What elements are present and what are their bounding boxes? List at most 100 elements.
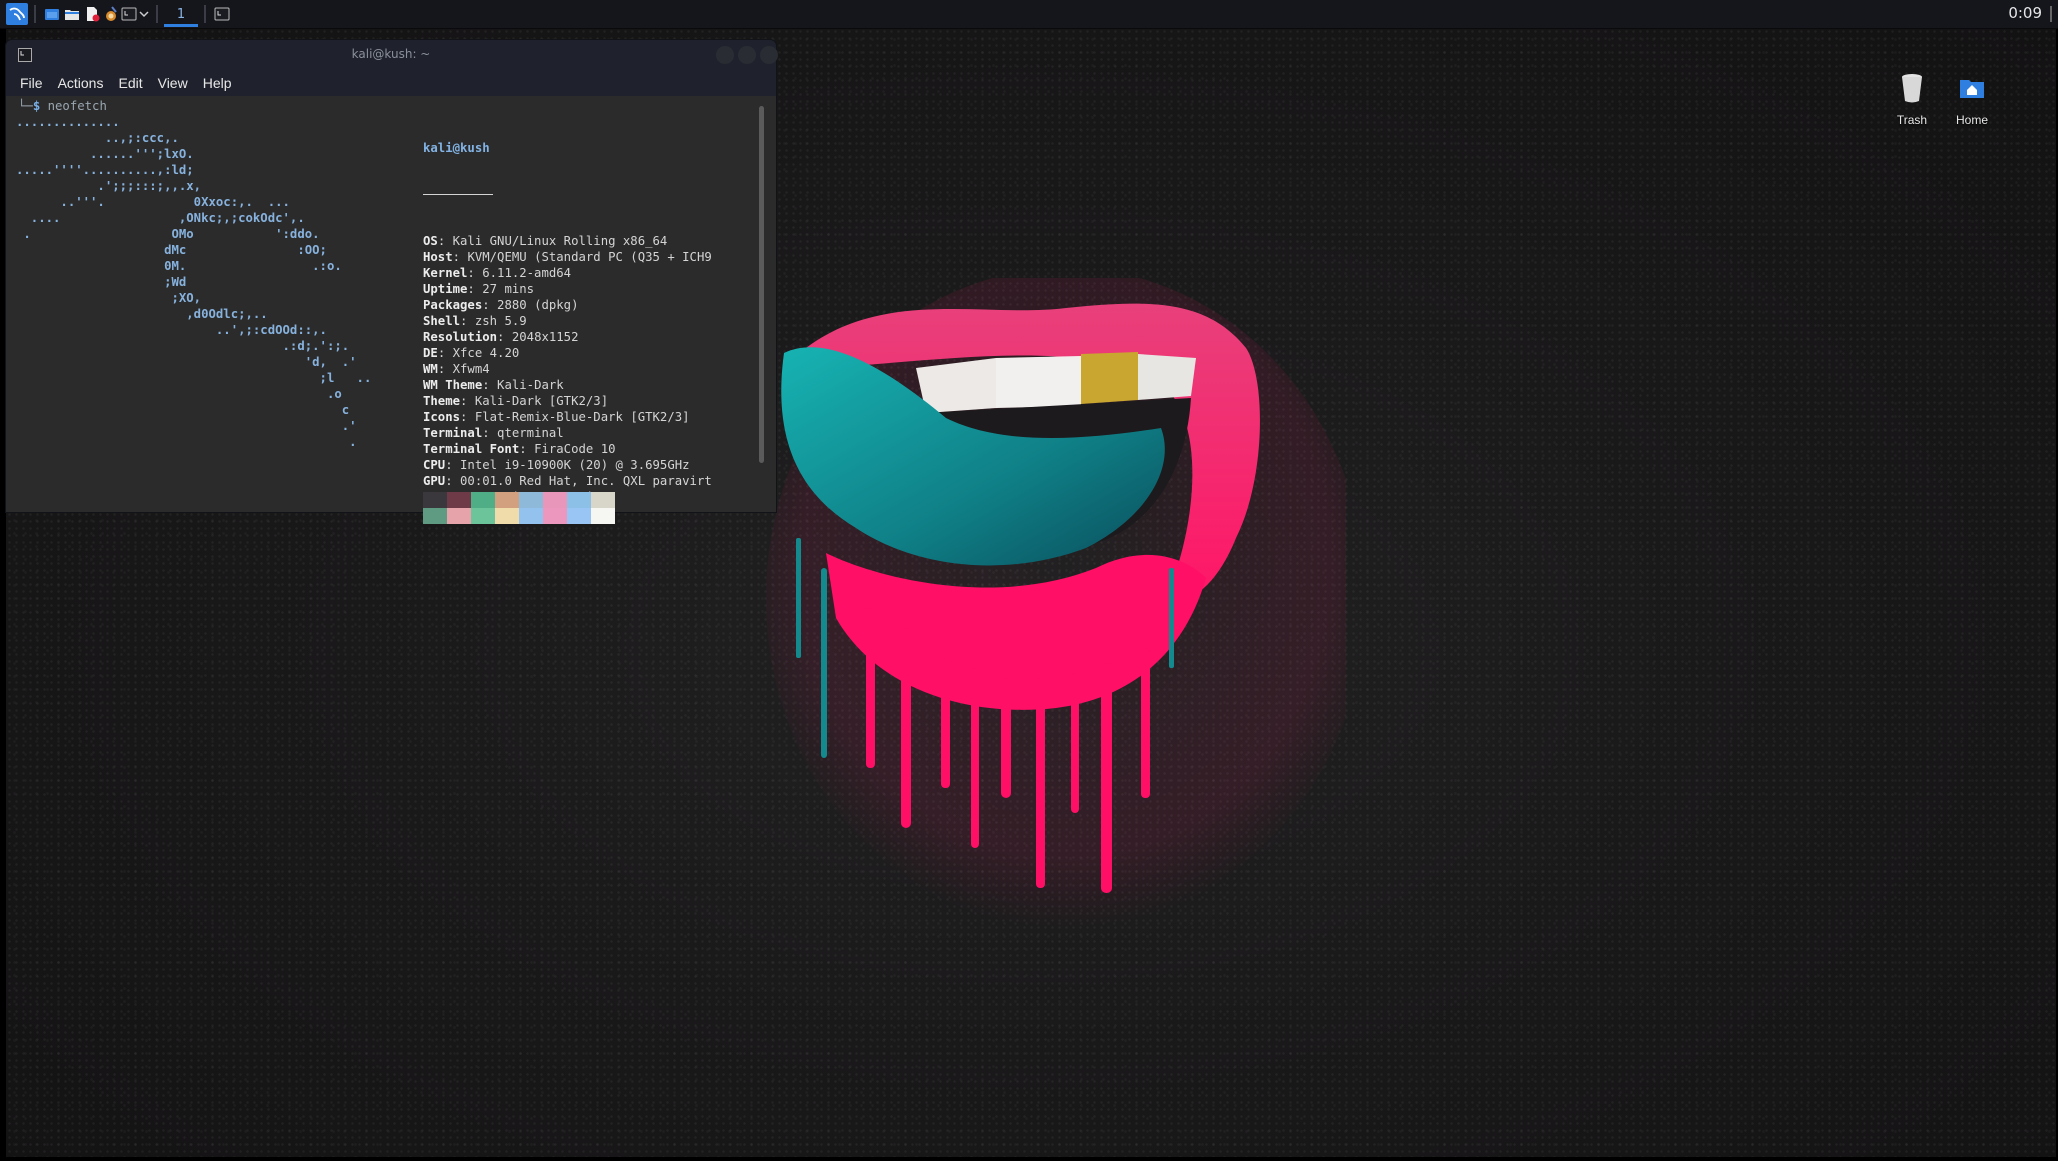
- info-value: Flat-Remix-Blue-Dark [GTK2/3]: [474, 410, 690, 424]
- ascii-line: ;Wd: [16, 275, 187, 289]
- info-key: Host: [423, 250, 453, 264]
- prompt-symbol: $: [32, 99, 41, 113]
- info-colon: :: [460, 394, 475, 408]
- applications-menu-button[interactable]: [6, 3, 28, 25]
- info-row: GPU: 00:01.0 Red Hat, Inc. QXL paravirt: [423, 473, 712, 489]
- launcher-dropdown[interactable]: [138, 3, 150, 25]
- menu-edit[interactable]: Edit: [118, 75, 142, 91]
- ascii-line: . OMo ':ddo.: [16, 227, 320, 241]
- terminal-icon: [121, 7, 137, 21]
- info-row: CPU: Intel i9-10900K (20) @ 3.695GHz: [423, 457, 712, 473]
- info-value: Kali GNU/Linux Rolling x86_64: [452, 234, 668, 248]
- taskbar-item-terminal[interactable]: [212, 3, 232, 25]
- ascii-line: dMc :OO;: [16, 243, 327, 257]
- menu-help[interactable]: Help: [203, 75, 232, 91]
- info-value: FiraCode 10: [534, 442, 616, 456]
- info-row: Icons: Flat-Remix-Blue-Dark [GTK2/3]: [423, 409, 712, 425]
- menu-bar: File Actions Edit View Help: [6, 70, 776, 96]
- ascii-line: .: [16, 435, 357, 449]
- palette-swatch: [495, 508, 519, 524]
- terminal-scrollbar[interactable]: [759, 106, 764, 463]
- info-colon: :: [437, 346, 453, 360]
- trash-icon: [1902, 74, 1922, 103]
- workspace-label: 1: [176, 6, 186, 22]
- info-value: zsh 5.9: [474, 314, 527, 328]
- info-value: KVM/QEMU (Standard PC (Q35 + ICH9: [467, 250, 712, 264]
- menu-actions[interactable]: Actions: [58, 75, 104, 91]
- folder-icon: [65, 10, 79, 20]
- desktop-icon-trash[interactable]: Trash: [1882, 72, 1942, 127]
- info-value: Xfce 4.20: [452, 346, 520, 360]
- ascii-line: .... ,ONkc;,;cokOdc',.: [16, 211, 305, 225]
- info-row: Uptime: 27 mins: [423, 281, 712, 297]
- file-manager-launcher[interactable]: [62, 3, 82, 25]
- info-colon: :: [437, 234, 453, 248]
- info-key: Theme: [423, 394, 461, 408]
- palette-swatch: [543, 492, 567, 508]
- ascii-line: ,d0Odlc;,..: [16, 307, 268, 321]
- menu-view[interactable]: View: [158, 75, 188, 91]
- minimize-button[interactable]: [716, 46, 734, 64]
- ascii-line: ;l ..: [16, 371, 372, 385]
- ascii-line: c: [16, 403, 350, 417]
- terminal-emulator-icon: [45, 9, 59, 20]
- info-key: Terminal: [423, 426, 483, 440]
- info-value: qterminal: [497, 426, 564, 440]
- info-row: Packages: 2880 (dpkg): [423, 297, 712, 313]
- info-row: Terminal: qterminal: [423, 425, 712, 441]
- palette-swatch: [543, 508, 567, 524]
- ascii-line: ..'''. 0Xxoc:,. ...: [16, 195, 290, 209]
- info-row: Resolution: 2048x1152: [423, 329, 712, 345]
- terminal-launcher[interactable]: [120, 3, 138, 25]
- info-row: WM Theme: Kali-Dark: [423, 377, 712, 393]
- info-colon: :: [437, 362, 453, 376]
- close-button[interactable]: [760, 46, 778, 64]
- ascii-line: 0M. .:o.: [16, 259, 342, 273]
- info-key: Terminal Font: [423, 442, 520, 456]
- info-colon: :: [445, 474, 461, 488]
- palette-swatch: [447, 492, 471, 508]
- info-colon: :: [482, 426, 498, 440]
- shell-prompt: └─$ neofetch: [18, 98, 107, 114]
- ascii-line: ..............: [16, 115, 120, 129]
- info-row: Shell: zsh 5.9: [423, 313, 712, 329]
- text-editor-launcher[interactable]: [82, 3, 102, 25]
- panel-end-separator: [2050, 6, 2052, 22]
- info-key: OS: [423, 234, 438, 248]
- ascii-line: .';;;:::;,,.x,: [16, 179, 202, 193]
- web-browser-icon: [106, 6, 117, 21]
- info-value: Kali-Dark: [497, 378, 564, 392]
- info-key: Packages: [423, 298, 483, 312]
- ascii-line: 'd, .': [16, 355, 357, 369]
- info-value: 2048x1152: [511, 330, 579, 344]
- user-host: kali@kush: [423, 141, 490, 155]
- info-key: Kernel: [423, 266, 468, 280]
- info-colon: :: [460, 314, 475, 328]
- desktop-icon-home[interactable]: Home: [1942, 72, 2002, 127]
- terminal-window-icon: [214, 7, 230, 21]
- terminal-output[interactable]: └─$ neofetch .............. ..,;:ccc,. .…: [6, 96, 776, 524]
- top-panel: 1 0:09: [0, 0, 2058, 29]
- menu-file[interactable]: File: [20, 75, 43, 91]
- maximize-button[interactable]: [738, 46, 756, 64]
- workspace-switcher-1[interactable]: 1: [164, 3, 198, 27]
- ascii-line: ......''';lxO.: [16, 147, 194, 161]
- info-row: Terminal Font: FiraCode 10: [423, 441, 712, 457]
- ascii-line: .:d;.':;.: [16, 339, 350, 353]
- neofetch-info: kali@kush OS: Kali GNU/Linux Rolling x86…: [423, 108, 712, 537]
- info-key: Uptime: [423, 282, 468, 296]
- info-row: Theme: Kali-Dark [GTK2/3]: [423, 393, 712, 409]
- color-palette: [423, 492, 615, 524]
- info-colon: :: [497, 330, 512, 344]
- info-value: 2880 (dpkg): [497, 298, 579, 312]
- terminal-emulator-launcher[interactable]: [42, 3, 62, 25]
- info-colon: :: [452, 250, 468, 264]
- ascii-line: ..',;:cdOOd::,.: [16, 323, 327, 337]
- panel-separator: [156, 5, 158, 23]
- terminal-window[interactable]: kali@kush: ~ File Actions Edit View Help…: [6, 40, 778, 524]
- web-browser-launcher[interactable]: [102, 3, 120, 25]
- info-row: Host: KVM/QEMU (Standard PC (Q35 + ICH9: [423, 249, 712, 265]
- info-key: Resolution: [423, 330, 498, 344]
- panel-clock[interactable]: 0:09: [2008, 4, 2042, 22]
- window-titlebar[interactable]: kali@kush: ~: [6, 40, 778, 70]
